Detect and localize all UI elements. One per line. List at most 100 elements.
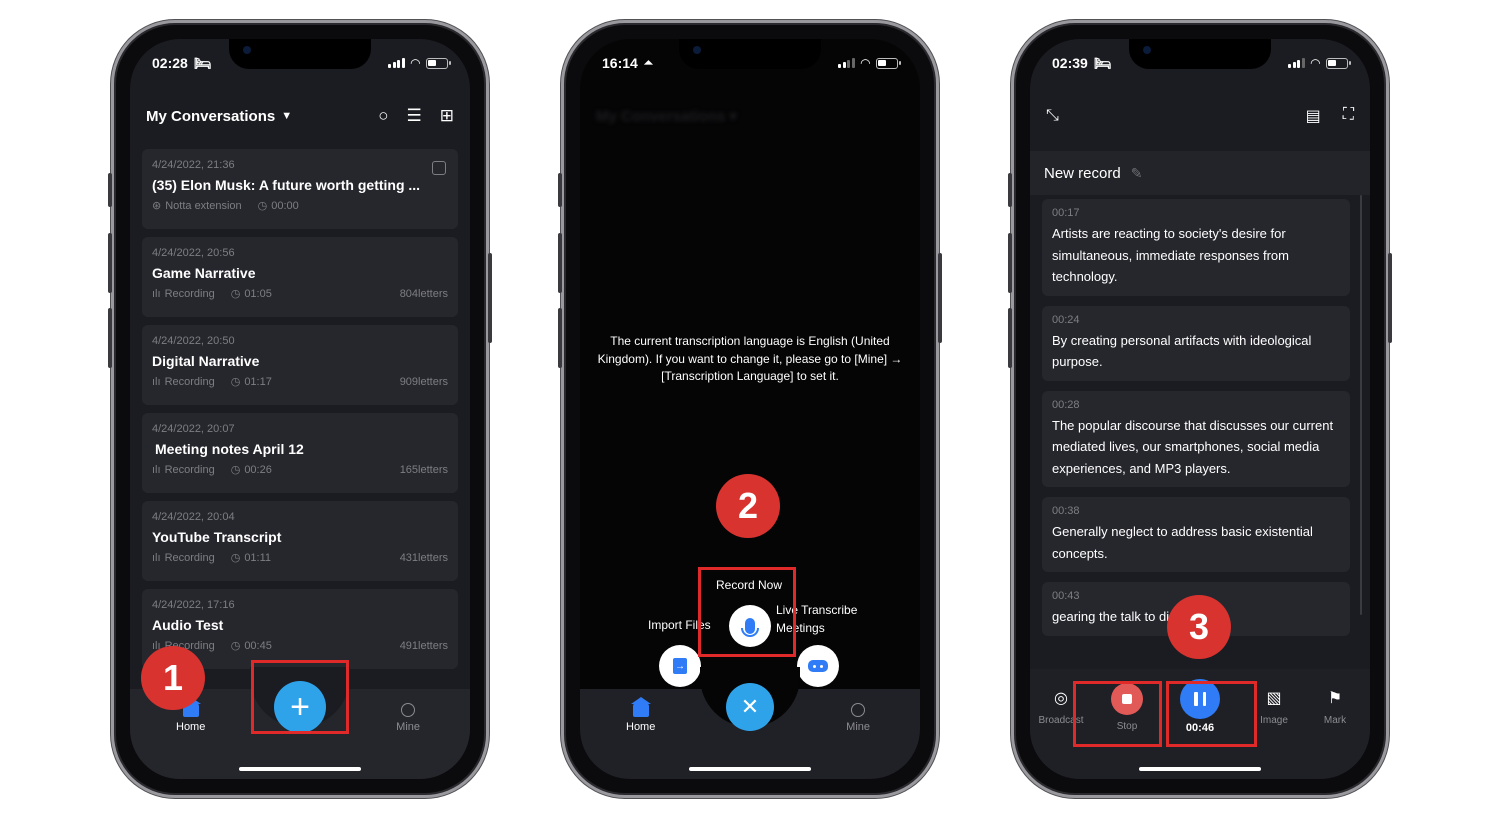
segment-time: 00:38: [1052, 505, 1080, 517]
language-message: The current transcription language is En…: [597, 334, 903, 383]
waveform-icon: ılı: [152, 551, 161, 564]
segment-text: By creating personal artifacts with ideo…: [1052, 332, 1312, 370]
list-item[interactable]: 4/24/2022, 21:36 (35) Elon Musk: A futur…: [142, 149, 458, 229]
highlight-box: [251, 660, 349, 734]
transcript-segment[interactable]: 00:38 Generally neglect to address basic…: [1042, 497, 1350, 572]
conversation-list: 4/24/2022, 21:36 (35) Elon Musk: A futur…: [142, 149, 458, 677]
notes-icon[interactable]: ▤: [1306, 106, 1321, 126]
item-source: Notta extension: [165, 199, 242, 212]
item-source: Recording: [164, 551, 215, 564]
item-title: Digital Narrative: [152, 353, 260, 369]
item-duration: 01:11: [244, 551, 272, 564]
bookmark-icon: ⚑: [1327, 690, 1343, 707]
profile-icon: [851, 703, 866, 717]
clock-icon: ◷: [230, 552, 241, 564]
tab-label: Home: [176, 721, 206, 733]
app-header: My Conversations ▼ ○ ☰ ⊞: [130, 91, 470, 141]
item-source: Recording: [164, 375, 215, 388]
sort-icon[interactable]: ☰: [407, 106, 422, 126]
list-item[interactable]: 4/24/2022, 20:56 Game Narrative ılı Recor…: [142, 237, 458, 317]
record-toolbar: ⤡ ▤ ⛶: [1030, 91, 1370, 141]
waveform-icon: ılı: [152, 463, 161, 476]
item-letters: 491letters: [399, 639, 448, 652]
segment-text: Artists are reacting to society's desire…: [1052, 226, 1289, 284]
segment-time: 00:17: [1052, 207, 1080, 219]
phone-add-menu: 16:14 ⏶ ◠ My Conversations ▾ The current …: [558, 20, 942, 798]
edit-icon[interactable]: ✎: [1131, 165, 1143, 182]
home-icon: [630, 697, 651, 717]
bed-icon: 🛏: [1093, 54, 1112, 71]
caret-down-icon: ▼: [281, 110, 293, 122]
tab-mine[interactable]: Mine: [846, 703, 870, 733]
item-date: 4/24/2022, 20:50: [152, 335, 235, 347]
transcript-segment[interactable]: 00:28 The popular discourse that discuss…: [1042, 390, 1350, 487]
signal-icon: [388, 58, 405, 68]
home-indicator: [689, 767, 811, 771]
import-files-button[interactable]: →: [659, 645, 701, 687]
item-letters: 431letters: [399, 551, 448, 564]
bed-icon: 🛏: [193, 54, 212, 71]
step-badge: 3: [1167, 595, 1231, 659]
broadcast-icon: ◎: [1054, 690, 1068, 707]
item-letters: 165letters: [399, 463, 448, 476]
minimize-icon[interactable]: ⤡: [1046, 107, 1059, 125]
clock-icon: ◷: [257, 200, 268, 212]
item-source: Recording: [164, 287, 215, 300]
scrollbar[interactable]: [1360, 195, 1362, 615]
tab-label: Home: [626, 721, 656, 733]
segment-text: Generally neglect to address basic exist…: [1052, 524, 1313, 561]
live-transcribe-button[interactable]: [797, 645, 839, 687]
close-menu-button[interactable]: ✕: [726, 683, 774, 731]
waveform-icon: ılı: [152, 375, 161, 388]
tab-label: Mine: [396, 721, 420, 733]
item-duration: 00:26: [244, 463, 272, 476]
clock-icon: ◷: [230, 640, 241, 652]
robot-icon: [808, 660, 828, 672]
gift-icon[interactable]: ⊞: [440, 106, 454, 126]
item-date: 4/24/2022, 21:36: [152, 159, 235, 171]
signal-icon: [1288, 58, 1305, 68]
profile-icon: [401, 703, 416, 717]
home-indicator: [239, 767, 361, 771]
clock-icon: ◷: [230, 464, 241, 476]
waveform-icon: ılı: [152, 287, 161, 300]
item-date: 4/24/2022, 20:56: [152, 247, 235, 259]
clock: 16:14: [602, 55, 638, 71]
transcript-segment[interactable]: 00:24 By creating personal artifacts wit…: [1042, 305, 1350, 381]
item-date: 4/24/2022, 20:04: [152, 511, 235, 523]
clock: 02:28: [152, 55, 188, 71]
fullscreen-icon[interactable]: ⛶: [1343, 106, 1354, 126]
mark-button[interactable]: ⚑ Mark: [1310, 687, 1360, 726]
list-item[interactable]: 4/24/2022, 20:04 YouTube Transcript ılı R…: [142, 501, 458, 581]
item-date: 4/24/2022, 17:16: [152, 599, 235, 611]
control-label: Image: [1260, 715, 1288, 726]
search-icon[interactable]: ○: [378, 106, 388, 126]
tab-home[interactable]: Home: [626, 697, 656, 733]
tab-mine[interactable]: Mine: [396, 703, 420, 733]
item-title: Audio Test: [152, 617, 224, 633]
control-label: Mark: [1323, 715, 1347, 726]
record-title: New record: [1044, 164, 1121, 182]
item-duration: 01:05: [244, 287, 272, 300]
blurred-header: My Conversations ▾: [596, 108, 737, 125]
item-title: Meeting notes April 12: [155, 441, 304, 457]
item-duration: 01:17: [244, 375, 272, 388]
item-duration: 00:45: [244, 639, 272, 652]
wifi-icon: ◠: [1310, 56, 1320, 70]
highlight-box: [1073, 681, 1162, 747]
battery-icon: [876, 57, 901, 69]
transcript-icon[interactable]: [432, 161, 446, 175]
sunrise-icon: ⏶: [643, 56, 653, 69]
extension-icon: ⊛: [152, 200, 162, 212]
transcript-segment[interactable]: 00:17 Artists are reacting to society's …: [1042, 199, 1350, 296]
step-badge: 1: [141, 646, 205, 710]
item-duration: 00:00: [271, 199, 299, 212]
list-item[interactable]: 4/24/2022, 20:50 Digital Narrative ılı Re…: [142, 325, 458, 405]
tab-label: Mine: [846, 721, 870, 733]
conversations-dropdown[interactable]: My Conversations ▼: [146, 108, 292, 125]
segment-time: 00:24: [1052, 313, 1080, 326]
item-letters: 804letters: [399, 287, 448, 300]
list-item[interactable]: 4/24/2022, 20:07 Meeting notes April 12 …: [142, 413, 458, 493]
clock: 02:39: [1052, 55, 1088, 71]
wifi-icon: ◠: [410, 56, 420, 70]
